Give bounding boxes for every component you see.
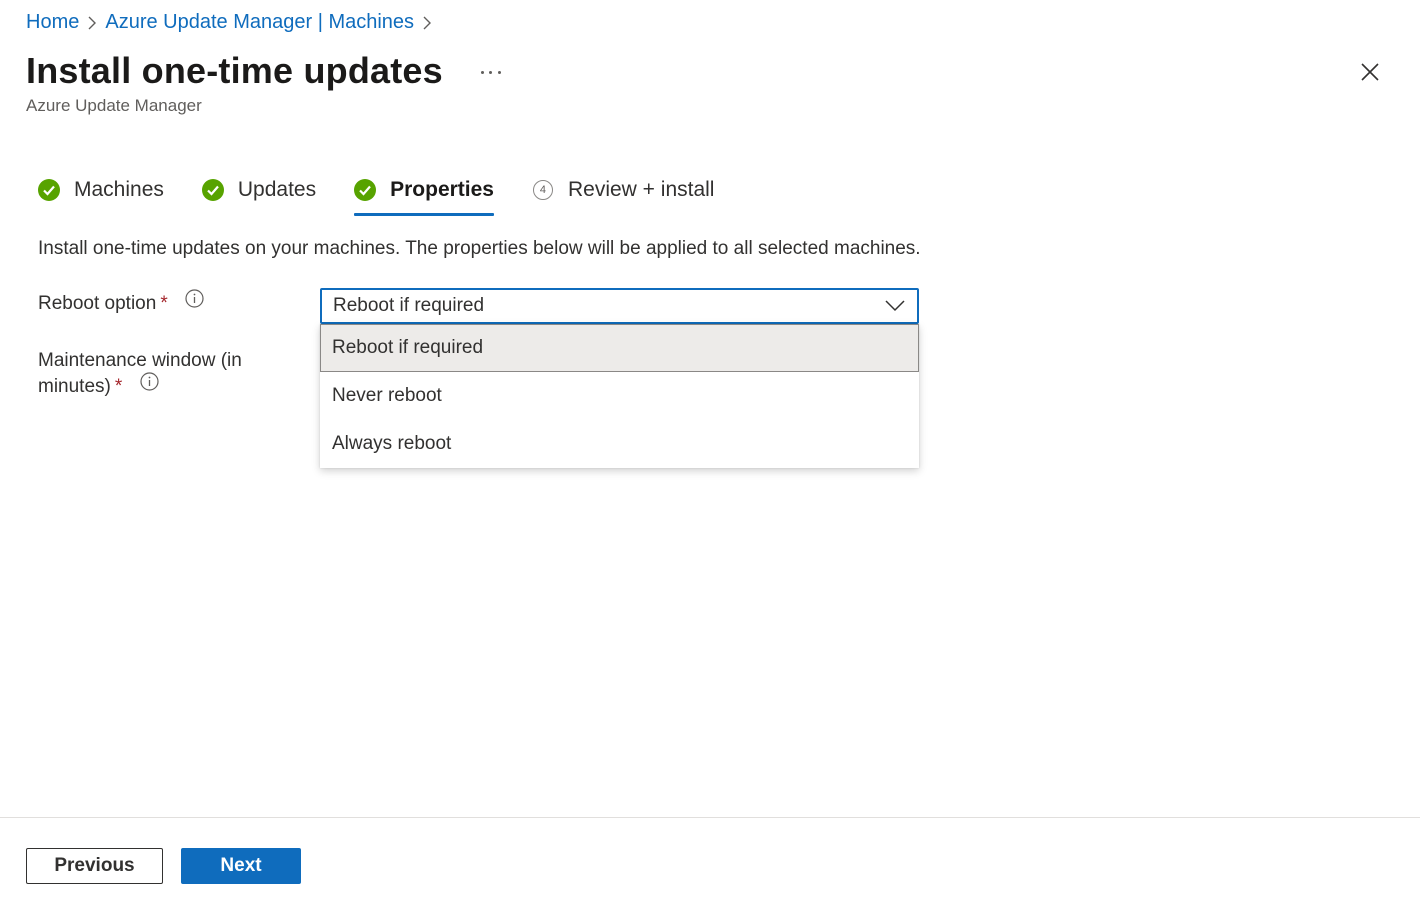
breadcrumb: Home Azure Update Manager | Machines <box>26 8 440 36</box>
step-number-icon: 4 <box>532 179 554 201</box>
option-reboot-if-required[interactable]: Reboot if required <box>320 324 919 372</box>
wizard-steps: Machines Updates Properties 4 Review + i… <box>38 172 752 216</box>
check-circle-icon <box>201 179 224 201</box>
required-mark: * <box>160 293 168 314</box>
chevron-right-icon <box>79 12 105 32</box>
tab-label: Properties <box>390 178 494 201</box>
tab-machines[interactable]: Machines <box>38 172 164 208</box>
breadcrumb-home-link[interactable]: Home <box>26 8 79 36</box>
option-never-reboot[interactable]: Never reboot <box>320 372 919 420</box>
option-always-reboot[interactable]: Always reboot <box>320 420 919 468</box>
tab-label: Updates <box>237 178 317 201</box>
check-circle-icon <box>38 179 60 201</box>
page-subtitle: Azure Update Manager <box>26 96 202 115</box>
info-icon[interactable] <box>185 289 204 316</box>
reboot-option-dropdown[interactable]: Reboot if required <box>320 288 919 324</box>
footer-divider <box>0 817 1420 818</box>
page-title: Install one-time updates <box>26 50 443 91</box>
tab-updates[interactable]: Updates <box>201 172 317 208</box>
intro-text: Install one-time updates on your machine… <box>38 238 921 259</box>
breadcrumb-machines-link[interactable]: Azure Update Manager | Machines <box>105 8 414 36</box>
maintenance-window-label: Maintenance window (in minutes) * <box>38 350 242 399</box>
tab-review-install[interactable]: 4 Review + install <box>532 172 714 208</box>
reboot-option-label: Reboot option * <box>38 289 204 317</box>
info-icon[interactable] <box>139 372 159 399</box>
dropdown-value: Reboot if required <box>333 295 485 316</box>
next-button[interactable]: Next <box>181 848 301 884</box>
previous-button[interactable]: Previous <box>26 848 163 884</box>
chevron-down-icon <box>873 290 917 322</box>
more-options-icon[interactable] <box>480 62 501 82</box>
install-updates-blade: Home Azure Update Manager | Machines Ins… <box>0 0 1420 911</box>
reboot-option-listbox: Reboot if required Never reboot Always r… <box>320 324 919 468</box>
check-circle-icon <box>354 179 377 201</box>
title-row: Install one-time updates <box>26 50 501 92</box>
tab-label: Review + install <box>567 178 715 201</box>
close-icon[interactable] <box>1358 60 1382 84</box>
tab-properties[interactable]: Properties <box>354 172 494 216</box>
tab-label: Machines <box>74 178 164 201</box>
required-mark: * <box>114 376 123 397</box>
chevron-right-icon <box>414 12 440 32</box>
